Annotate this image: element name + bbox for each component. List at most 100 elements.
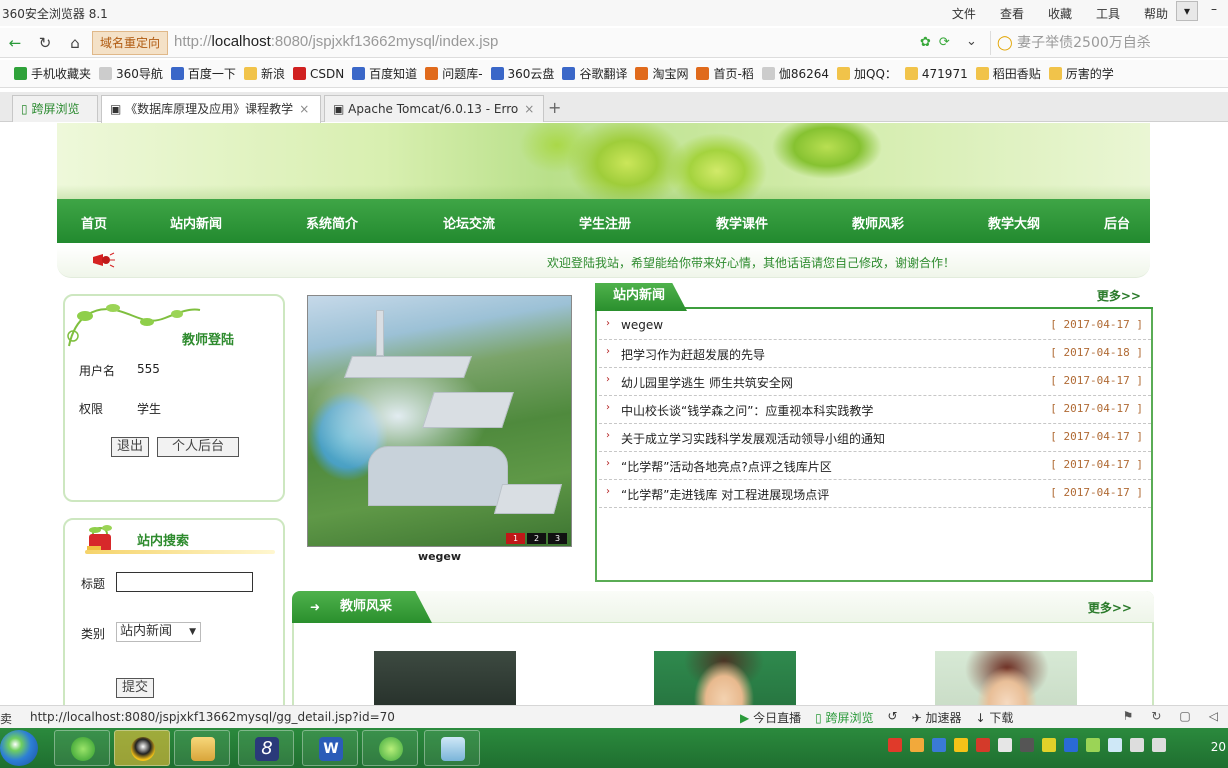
- url-input[interactable]: http://localhost:8080/jspjxkf13662mysql/…: [174, 33, 498, 50]
- bluetooth-icon[interactable]: [1064, 738, 1078, 752]
- slide-page-3[interactable]: 3: [548, 533, 567, 544]
- live-button[interactable]: ▶ 今日直播: [740, 709, 801, 726]
- logout-button[interactable]: 退出: [111, 437, 149, 457]
- bookmark-item[interactable]: 厉害的学: [1048, 65, 1114, 82]
- menu-item-view[interactable]: 查看: [1000, 5, 1024, 22]
- news-item[interactable]: › 把学习作为赶超发展的先导 [ 2017-04-18 ]: [599, 340, 1151, 368]
- tray-app-icon[interactable]: [1108, 738, 1122, 752]
- domain-redirect-badge[interactable]: 域名重定向: [92, 31, 168, 55]
- nav-news[interactable]: 站内新闻: [170, 213, 222, 232]
- news-item-title[interactable]: 关于成立学习实践科学发展观活动领导小组的通知: [621, 430, 885, 447]
- news-item-title[interactable]: 中山校长谈“钱学森之问”：应重视本科实践教学: [621, 402, 873, 419]
- bookmark-item[interactable]: 稻田香贴: [975, 65, 1041, 82]
- nav-teachers[interactable]: 教师风彩: [852, 213, 904, 232]
- menu-item-tools[interactable]: 工具: [1096, 5, 1120, 22]
- submit-button[interactable]: 提交: [116, 678, 154, 698]
- news-item[interactable]: › “比学帮”活动各地亮点?点评之钱库片区 [ 2017-04-17 ]: [599, 452, 1151, 480]
- search-title-input[interactable]: [116, 572, 253, 592]
- news-item-title[interactable]: “比学帮”活动各地亮点?点评之钱库片区: [621, 458, 832, 475]
- flag-icon[interactable]: ⚑: [1123, 709, 1134, 723]
- news-item[interactable]: › 中山校长谈“钱学森之问”：应重视本科实践教学 [ 2017-04-17 ]: [599, 396, 1151, 424]
- taskbar-notepad[interactable]: [424, 730, 480, 766]
- news-item[interactable]: › wegew [ 2017-04-17 ]: [599, 312, 1151, 340]
- taskbar-360-browser[interactable]: [54, 730, 110, 766]
- news-item-title[interactable]: wegew: [621, 318, 663, 332]
- news-item[interactable]: › “比学帮”走进钱库 对工程进展现场点评 [ 2017-04-17 ]: [599, 480, 1151, 508]
- close-icon[interactable]: ×: [524, 102, 534, 116]
- tab-tomcat[interactable]: ▣ Apache Tomcat/6.0.13 - Erro ×: [324, 95, 544, 122]
- compat-mode-icon[interactable]: ✿: [920, 35, 931, 50]
- type-select[interactable]: 站内新闻 ▼: [116, 622, 201, 642]
- bookmark-item[interactable]: 伽86264: [761, 65, 829, 82]
- taskbar-360-app[interactable]: [362, 730, 418, 766]
- menu-item-help[interactable]: 帮助: [1144, 5, 1168, 22]
- bookmark-item[interactable]: 百度一下: [170, 65, 236, 82]
- tray-app-icon[interactable]: [1020, 738, 1034, 752]
- news-more-link[interactable]: 更多>>: [1097, 287, 1141, 304]
- window-icon[interactable]: ▢: [1179, 709, 1190, 723]
- start-button[interactable]: [0, 730, 38, 766]
- taskbar-app-8[interactable]: 8: [238, 730, 294, 766]
- security-icon[interactable]: [1086, 738, 1100, 752]
- nav-intro[interactable]: 系统简介: [306, 213, 358, 232]
- back-icon[interactable]: ←: [4, 32, 26, 54]
- clock[interactable]: 20: [1211, 740, 1226, 754]
- bookmark-item[interactable]: 谷歌翻译: [562, 65, 627, 82]
- teacher-photo[interactable]: [374, 651, 516, 705]
- news-item[interactable]: › 幼儿园里学逃生 师生共筑安全网 [ 2017-04-17 ]: [599, 368, 1151, 396]
- accelerator-button[interactable]: ✈ 加速器: [912, 709, 962, 726]
- nav-register[interactable]: 学生注册: [579, 213, 631, 232]
- speed-mode-icon[interactable]: ⟳: [939, 35, 950, 50]
- chevron-down-icon[interactable]: ⌄: [966, 34, 977, 49]
- personal-backend-button[interactable]: 个人后台: [157, 437, 239, 457]
- menu-item-file[interactable]: 文件: [952, 5, 976, 22]
- network-icon[interactable]: [1130, 738, 1144, 752]
- search-engine-icon[interactable]: ◯: [997, 35, 1013, 51]
- sogou-icon[interactable]: [888, 738, 902, 752]
- nav-syllabus[interactable]: 教学大纲: [988, 213, 1040, 232]
- home-icon[interactable]: ⌂: [64, 32, 86, 54]
- teachers-more-link[interactable]: 更多>>: [1088, 599, 1132, 616]
- search-box[interactable]: ◯ 妻子举债2500万自杀: [990, 31, 1225, 55]
- bookmark-item[interactable]: 问题库-: [425, 65, 483, 82]
- bookmark-item[interactable]: 手机收藏夹: [14, 65, 91, 82]
- bookmark-item[interactable]: 471971: [904, 67, 968, 81]
- cleanup-icon[interactable]: ↻: [1151, 709, 1161, 723]
- taskbar-explorer[interactable]: [174, 730, 230, 766]
- teacher-photo[interactable]: [654, 651, 796, 705]
- bookmark-item[interactable]: 百度知道: [352, 65, 417, 82]
- nav-courseware[interactable]: 教学课件: [716, 213, 768, 232]
- minimize-icon[interactable]: –: [1206, 2, 1222, 16]
- download-button[interactable]: ↓ 下载: [976, 709, 1014, 726]
- tray-app-icon[interactable]: [998, 738, 1012, 752]
- volume-icon[interactable]: [1152, 738, 1166, 752]
- taskbar-word[interactable]: W: [302, 730, 358, 766]
- bookmark-item[interactable]: 淘宝网: [635, 65, 688, 82]
- bookmark-item[interactable]: 新浪: [243, 65, 285, 82]
- campus-slideshow[interactable]: 1 2 3: [307, 295, 572, 547]
- news-item-title[interactable]: 幼儿园里学逃生 师生共筑安全网: [621, 374, 793, 391]
- refresh-icon[interactable]: ↻: [34, 32, 56, 54]
- news-item-title[interactable]: 把学习作为赶超发展的先导: [621, 346, 765, 363]
- refresh-all-icon[interactable]: ↺: [888, 709, 898, 726]
- tab-course[interactable]: ▣ 《数据库原理及应用》课程教学 ×: [101, 95, 321, 123]
- speaker-icon[interactable]: ◁: [1209, 709, 1218, 723]
- slide-page-1[interactable]: 1: [506, 533, 525, 544]
- nav-admin[interactable]: 后台: [1104, 213, 1130, 232]
- bookmark-item[interactable]: 首页-稻: [696, 65, 754, 82]
- teacher-photo[interactable]: [935, 651, 1077, 705]
- bookmark-item[interactable]: 加QQ：: [837, 65, 897, 82]
- nav-forum[interactable]: 论坛交流: [443, 213, 495, 232]
- tab-cross-screen[interactable]: ▯ 跨屏浏览: [12, 95, 98, 122]
- tray-app-icon[interactable]: [1042, 738, 1056, 752]
- tray-app-icon[interactable]: [910, 738, 924, 752]
- bookmark-item[interactable]: 360导航: [99, 65, 163, 82]
- close-icon[interactable]: ×: [299, 102, 309, 116]
- news-item[interactable]: › 关于成立学习实践科学发展观活动领导小组的通知 [ 2017-04-17 ]: [599, 424, 1151, 452]
- tray-app-icon[interactable]: [976, 738, 990, 752]
- news-item-title[interactable]: “比学帮”走进钱库 对工程进展现场点评: [621, 486, 829, 503]
- nav-home[interactable]: 首页: [81, 213, 107, 232]
- slide-page-2[interactable]: 2: [527, 533, 546, 544]
- skin-icon[interactable]: ▾: [1176, 1, 1198, 21]
- bookmark-item[interactable]: 360云盘: [490, 65, 554, 82]
